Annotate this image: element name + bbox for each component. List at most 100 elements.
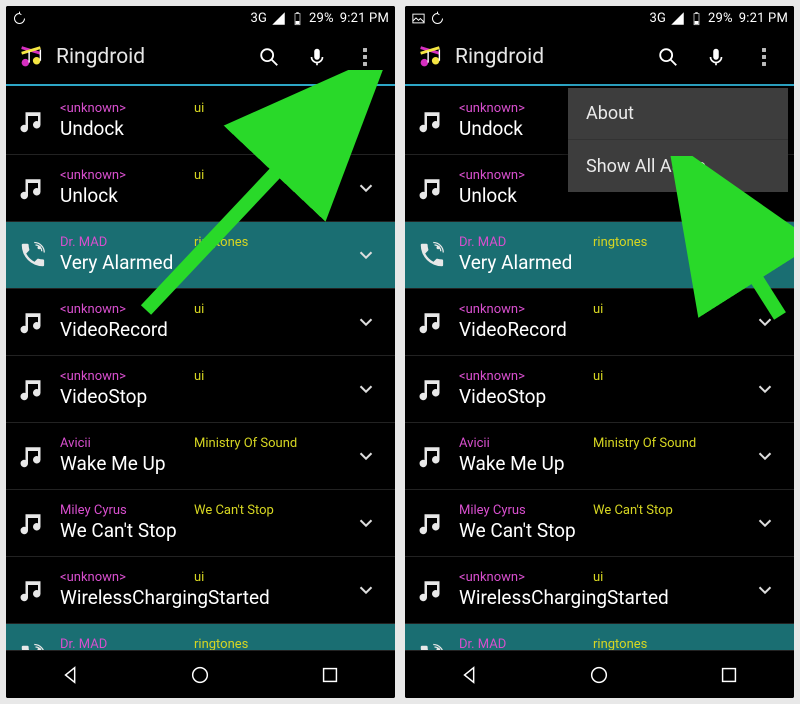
track-title: WirelessChargingStarted [60, 587, 341, 609]
list-item-meta: <unknown>uiWirelessChargingStarted [52, 571, 341, 609]
nav-back-button[interactable] [41, 655, 101, 695]
track-title: We Can't Stop [60, 520, 341, 542]
list-item[interactable]: Dr. MADringtonesWorld [6, 624, 395, 650]
list-item[interactable]: <unknown>uiVideoRecord [6, 289, 395, 356]
album-label: We Can't Stop [194, 504, 274, 518]
network-type: 3G [250, 11, 267, 26]
phone-screenshot-right: 3G 29% 9:21 PM Ringdroid <unknown>uiUndo… [405, 6, 794, 698]
list-item-meta: Miley CyrusWe Can't StopWe Can't Stop [451, 504, 740, 542]
more-vert-icon [363, 48, 367, 66]
expand-button[interactable] [341, 311, 391, 333]
music-note-icon [413, 374, 451, 404]
album-label: ringtones [593, 236, 647, 250]
app-title: Ringdroid [455, 45, 644, 69]
list-item[interactable]: AviciiMinistry Of SoundWake Me Up [6, 423, 395, 490]
audio-list[interactable]: <unknown> ui Undock <unknown>uiUnlock Dr. MA… [6, 88, 395, 650]
album-label: ui [194, 370, 204, 384]
expand-button[interactable] [341, 244, 391, 266]
expand-button[interactable] [740, 579, 790, 601]
sync-icon [430, 11, 445, 26]
search-button[interactable] [245, 33, 293, 81]
artist-label: Miley Cyrus [459, 504, 569, 518]
expand-button[interactable] [740, 445, 790, 467]
phone-ring-icon [14, 240, 52, 270]
artist-label: Dr. MAD [459, 638, 569, 650]
list-item[interactable]: Dr. MADringtonesVery Alarmed [6, 222, 395, 289]
signal-icon [670, 11, 685, 26]
list-item[interactable]: <unknown>uiWirelessChargingStarted [405, 557, 794, 624]
track-title: Wake Me Up [459, 453, 740, 475]
nav-back-button[interactable] [440, 655, 500, 695]
music-note-icon [14, 508, 52, 538]
status-bar: 3G 29% 9:21 PM [405, 6, 794, 30]
list-item-meta: AviciiMinistry Of SoundWake Me Up [451, 437, 740, 475]
music-note-icon [413, 508, 451, 538]
album-label: Ministry Of Sound [194, 437, 297, 451]
overflow-menu-button[interactable] [740, 33, 788, 81]
phone-ring-icon [413, 240, 451, 270]
list-item[interactable]: Dr. MADringtonesWorld [405, 624, 794, 650]
list-item-meta: <unknown>uiVideoStop [451, 370, 740, 408]
list-item[interactable]: <unknown> ui VideoStop [6, 356, 395, 423]
list-item[interactable]: <unknown>uiVideoRecord [405, 289, 794, 356]
track-title: VideoStop [459, 386, 740, 408]
artist-label: Dr. MAD [60, 638, 170, 650]
music-note-icon [413, 106, 451, 136]
expand-button[interactable] [740, 311, 790, 333]
artist-label: <unknown> [60, 370, 170, 384]
expand-button[interactable] [341, 579, 391, 601]
expand-button[interactable] [740, 244, 790, 266]
mic-button[interactable] [293, 33, 341, 81]
nav-recents-button[interactable] [300, 655, 360, 695]
music-note-icon [413, 441, 451, 471]
nav-recents-button[interactable] [699, 655, 759, 695]
menu-item-about[interactable]: About [568, 88, 788, 140]
overflow-menu-button[interactable] [341, 33, 389, 81]
sync-icon [12, 11, 27, 26]
list-item[interactable]: <unknown>uiWirelessChargingStarted [6, 557, 395, 624]
clock: 9:21 PM [340, 11, 389, 26]
list-item[interactable]: <unknown>uiUndock [6, 88, 395, 155]
list-item[interactable]: Miley CyrusWe Can't StopWe Can't Stop [405, 490, 794, 557]
nav-home-button[interactable] [170, 655, 230, 695]
artist-label: <unknown> [459, 102, 569, 116]
music-note-icon [14, 575, 52, 605]
list-item-meta: <unknown>uiVideoRecord [52, 303, 341, 341]
expand-button[interactable] [341, 512, 391, 534]
search-button[interactable] [644, 33, 692, 81]
artist-label: Dr. MAD [459, 236, 569, 250]
album-label: ui [593, 370, 603, 384]
menu-item-show-all-audio[interactable]: Show All Audio [568, 140, 788, 192]
album-label: ui [194, 571, 204, 585]
list-item[interactable]: <unknown>uiVideoStop [405, 356, 794, 423]
phone-screenshot-left: 3G 29% 9:21 PM Ringdroid [6, 6, 395, 698]
overflow-popup-menu: About Show All Audio [568, 88, 788, 192]
expand-button[interactable] [341, 445, 391, 467]
list-item-meta: Dr. MADringtonesVery Alarmed [451, 236, 740, 274]
expand-button[interactable] [341, 177, 391, 199]
list-item-meta: <unknown>uiUnlock [52, 169, 341, 207]
list-item-meta: <unknown>uiVideoRecord [451, 303, 740, 341]
phone-ring-icon [14, 642, 52, 650]
track-title: VideoStop [60, 386, 341, 408]
expand-button[interactable] [341, 378, 391, 400]
music-note-icon [14, 307, 52, 337]
track-title: Wake Me Up [60, 453, 341, 475]
navigation-bar [6, 650, 395, 698]
mic-button[interactable] [692, 33, 740, 81]
expand-button[interactable] [740, 378, 790, 400]
nav-home-button[interactable] [569, 655, 629, 695]
track-title: Undock [60, 118, 341, 140]
artist-label: Miley Cyrus [60, 504, 170, 518]
list-item[interactable]: Dr. MADringtonesVery Alarmed [405, 222, 794, 289]
expand-button[interactable] [740, 512, 790, 534]
phone-ring-icon [413, 642, 451, 650]
list-item[interactable]: Miley Cyrus We Can't Stop We Can't Stop [6, 490, 395, 557]
action-bar: Ringdroid [6, 30, 395, 86]
list-item[interactable]: <unknown>uiUnlock [6, 155, 395, 222]
album-label: ui [194, 102, 204, 116]
artist-label: Dr. MAD [60, 236, 170, 250]
battery-percent: 29% [708, 11, 733, 26]
album-label: ui [593, 571, 603, 585]
list-item[interactable]: AviciiMinistry Of SoundWake Me Up [405, 423, 794, 490]
